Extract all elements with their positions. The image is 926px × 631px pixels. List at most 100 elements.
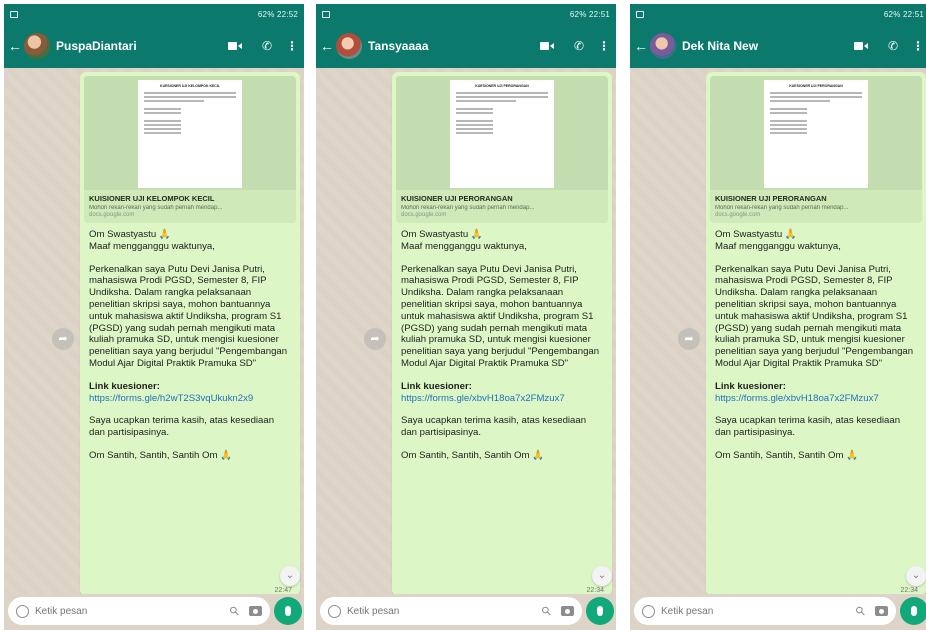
- link-preview[interactable]: KUESIONER UJI PERORANGAN KUISIONER UJI P…: [710, 76, 922, 223]
- chat-screen-2: 62% 22:51 ← Tansyaaaa ✆ ⋮ ➦ KUESIONER UJ…: [316, 4, 616, 630]
- message-bubble[interactable]: KUESIONER UJI PERORANGAN KUISIONER UJI P…: [706, 72, 926, 594]
- thanks-text: Saya ucapkan terima kasih, atas kesediaa…: [401, 415, 587, 439]
- preview-url: docs.google.com: [715, 212, 761, 218]
- input-bar: ⚲: [630, 594, 926, 630]
- message-input-container[interactable]: ⚲: [8, 597, 270, 625]
- paperclip-icon[interactable]: ⚲: [539, 603, 555, 619]
- forward-icon[interactable]: ➦: [364, 328, 386, 350]
- arrow-left-icon[interactable]: ←: [8, 39, 22, 53]
- video-call-icon[interactable]: [539, 41, 554, 51]
- message-input[interactable]: [661, 605, 851, 617]
- preview-description: Mohon rekan-rekan yang sudah pernah mend…: [89, 205, 223, 211]
- link-preview[interactable]: KUESIONER UJI KELOMPOK KECIL KUISIONER U…: [84, 76, 296, 223]
- chat-header: ← Dek Nita New ✆ ⋮: [630, 24, 926, 68]
- video-call-icon[interactable]: [227, 41, 242, 51]
- battery-level: 62%: [257, 9, 275, 19]
- preview-description: Mohon rekan-rekan yang sudah pernah mend…: [715, 205, 849, 211]
- status-bar: 62% 22:51: [316, 4, 616, 24]
- more-vertical-icon[interactable]: ⋮: [598, 39, 610, 53]
- thanks-text: Saya ucapkan terima kasih, atas kesediaa…: [715, 415, 901, 439]
- preview-thumbnail: KUESIONER UJI PERORANGAN: [710, 76, 922, 190]
- thanks-text: Saya ucapkan terima kasih, atas kesediaa…: [89, 415, 275, 439]
- contact-name[interactable]: Tansyaaaa: [368, 39, 530, 53]
- apology-line: Maaf mengganggu waktunya,: [401, 240, 527, 252]
- greeting: Om Swastyastu 🙏: [401, 229, 483, 240]
- paperclip-icon[interactable]: ⚲: [853, 603, 869, 619]
- notification-icon: [322, 10, 330, 18]
- arrow-left-icon[interactable]: ←: [320, 39, 334, 53]
- avatar[interactable]: [24, 33, 50, 59]
- chat-area[interactable]: ➦ KUESIONER UJI PERORANGAN KUISIONER UJI…: [316, 68, 616, 594]
- phone-icon[interactable]: ✆: [574, 39, 584, 53]
- contact-name[interactable]: Dek Nita New: [682, 39, 844, 53]
- arrow-left-icon[interactable]: ←: [634, 39, 648, 53]
- phone-icon[interactable]: ✆: [888, 39, 898, 53]
- link-preview[interactable]: KUESIONER UJI PERORANGAN KUISIONER UJI P…: [396, 76, 608, 223]
- survey-link[interactable]: https://forms.gle/xbvH18oa7x2FMzux7: [715, 393, 879, 404]
- message-input-container[interactable]: ⚲: [320, 597, 582, 625]
- mic-icon: [597, 606, 603, 616]
- preview-title: KUISIONER UJI KELOMPOK KECIL: [89, 194, 215, 203]
- mic-icon: [911, 606, 917, 616]
- message-text: Om Swastyastu 🙏 Maaf mengganggu waktunya,…: [84, 223, 296, 462]
- preview-thumbnail: KUESIONER UJI PERORANGAN: [396, 76, 608, 190]
- input-bar: ⚲: [316, 594, 616, 630]
- preview-thumbnail: KUESIONER UJI KELOMPOK KECIL: [84, 76, 296, 190]
- video-call-icon[interactable]: [853, 41, 868, 51]
- message-text: Om Swastyastu 🙏 Maaf mengganggu waktunya,…: [396, 223, 608, 462]
- forward-icon[interactable]: ➦: [678, 328, 700, 350]
- message-bubble[interactable]: KUESIONER UJI PERORANGAN KUISIONER UJI P…: [392, 72, 612, 594]
- message-input[interactable]: [347, 605, 537, 617]
- document-heading: KUESIONER UJI PERORANGAN: [789, 84, 843, 88]
- message-input-container[interactable]: ⚲: [634, 597, 896, 625]
- preview-description: Mohon rekan-rekan yang sudah pernah mend…: [401, 205, 535, 211]
- link-label: Link kuesioner:: [401, 380, 472, 392]
- greeting: Om Swastyastu 🙏: [715, 229, 797, 240]
- message-time: 22:34: [586, 587, 604, 594]
- closing-text: Om Santih, Santih, Santih Om 🙏: [89, 449, 233, 461]
- contact-name[interactable]: PuspaDiantari: [56, 39, 218, 53]
- emoji-icon[interactable]: [16, 604, 29, 618]
- status-bar: 62% 22:51: [630, 4, 926, 24]
- emoji-icon[interactable]: [642, 604, 655, 618]
- status-bar: 62% 22:52: [4, 4, 304, 24]
- chat-screen-1: 62% 22:52 ← PuspaDiantari ✆ ⋮ ➦ KUESIONE…: [4, 4, 304, 630]
- more-vertical-icon[interactable]: ⋮: [912, 39, 924, 53]
- input-bar: ⚲: [4, 594, 304, 630]
- mic-button[interactable]: [274, 597, 302, 625]
- phone-icon[interactable]: ✆: [262, 39, 272, 53]
- survey-link[interactable]: https://forms.gle/xbvH18oa7x2FMzux7: [401, 393, 565, 404]
- link-label: Link kuesioner:: [715, 380, 786, 392]
- preview-title: KUISIONER UJI PERORANGAN: [715, 194, 827, 203]
- message-body: Perkenalkan saya Putu Devi Janisa Putri,…: [89, 263, 288, 369]
- chevron-down-icon[interactable]: ⌄: [906, 566, 926, 586]
- emoji-icon[interactable]: [328, 604, 341, 618]
- chat-area[interactable]: ➦ KUESIONER UJI KELOMPOK KECIL KUISIONER…: [4, 68, 304, 594]
- chevron-down-icon[interactable]: ⌄: [592, 566, 612, 586]
- chat-header: ← PuspaDiantari ✆ ⋮: [4, 24, 304, 68]
- mic-button[interactable]: [586, 597, 614, 625]
- chat-screen-3: 62% 22:51 ← Dek Nita New ✆ ⋮ ➦ KUESIONER…: [630, 4, 926, 630]
- chat-area[interactable]: ➦ KUESIONER UJI PERORANGAN KUISIONER UJI…: [630, 68, 926, 594]
- message-text: Om Swastyastu 🙏 Maaf mengganggu waktunya,…: [710, 223, 922, 462]
- survey-link[interactable]: https://forms.gle/h2wT2S3vqUkukn2x9: [89, 393, 253, 404]
- link-label: Link kuesioner:: [89, 380, 160, 392]
- forward-icon[interactable]: ➦: [52, 328, 74, 350]
- mic-button[interactable]: [900, 597, 926, 625]
- apology-line: Maaf mengganggu waktunya,: [89, 240, 215, 252]
- message-bubble[interactable]: KUESIONER UJI KELOMPOK KECIL KUISIONER U…: [80, 72, 300, 594]
- paperclip-icon[interactable]: ⚲: [227, 603, 243, 619]
- avatar[interactable]: [336, 33, 362, 59]
- battery-level: 62%: [883, 9, 901, 19]
- message-input[interactable]: [35, 605, 225, 617]
- message-body: Perkenalkan saya Putu Devi Janisa Putri,…: [401, 263, 600, 369]
- greeting: Om Swastyastu 🙏: [89, 229, 171, 240]
- message-body: Perkenalkan saya Putu Devi Janisa Putri,…: [715, 263, 914, 369]
- camera-icon[interactable]: [249, 606, 262, 616]
- document-heading: KUESIONER UJI KELOMPOK KECIL: [160, 84, 220, 88]
- avatar[interactable]: [650, 33, 676, 59]
- camera-icon[interactable]: [875, 606, 888, 616]
- more-vertical-icon[interactable]: ⋮: [286, 39, 298, 53]
- chevron-down-icon[interactable]: ⌄: [280, 566, 300, 586]
- camera-icon[interactable]: [561, 606, 574, 616]
